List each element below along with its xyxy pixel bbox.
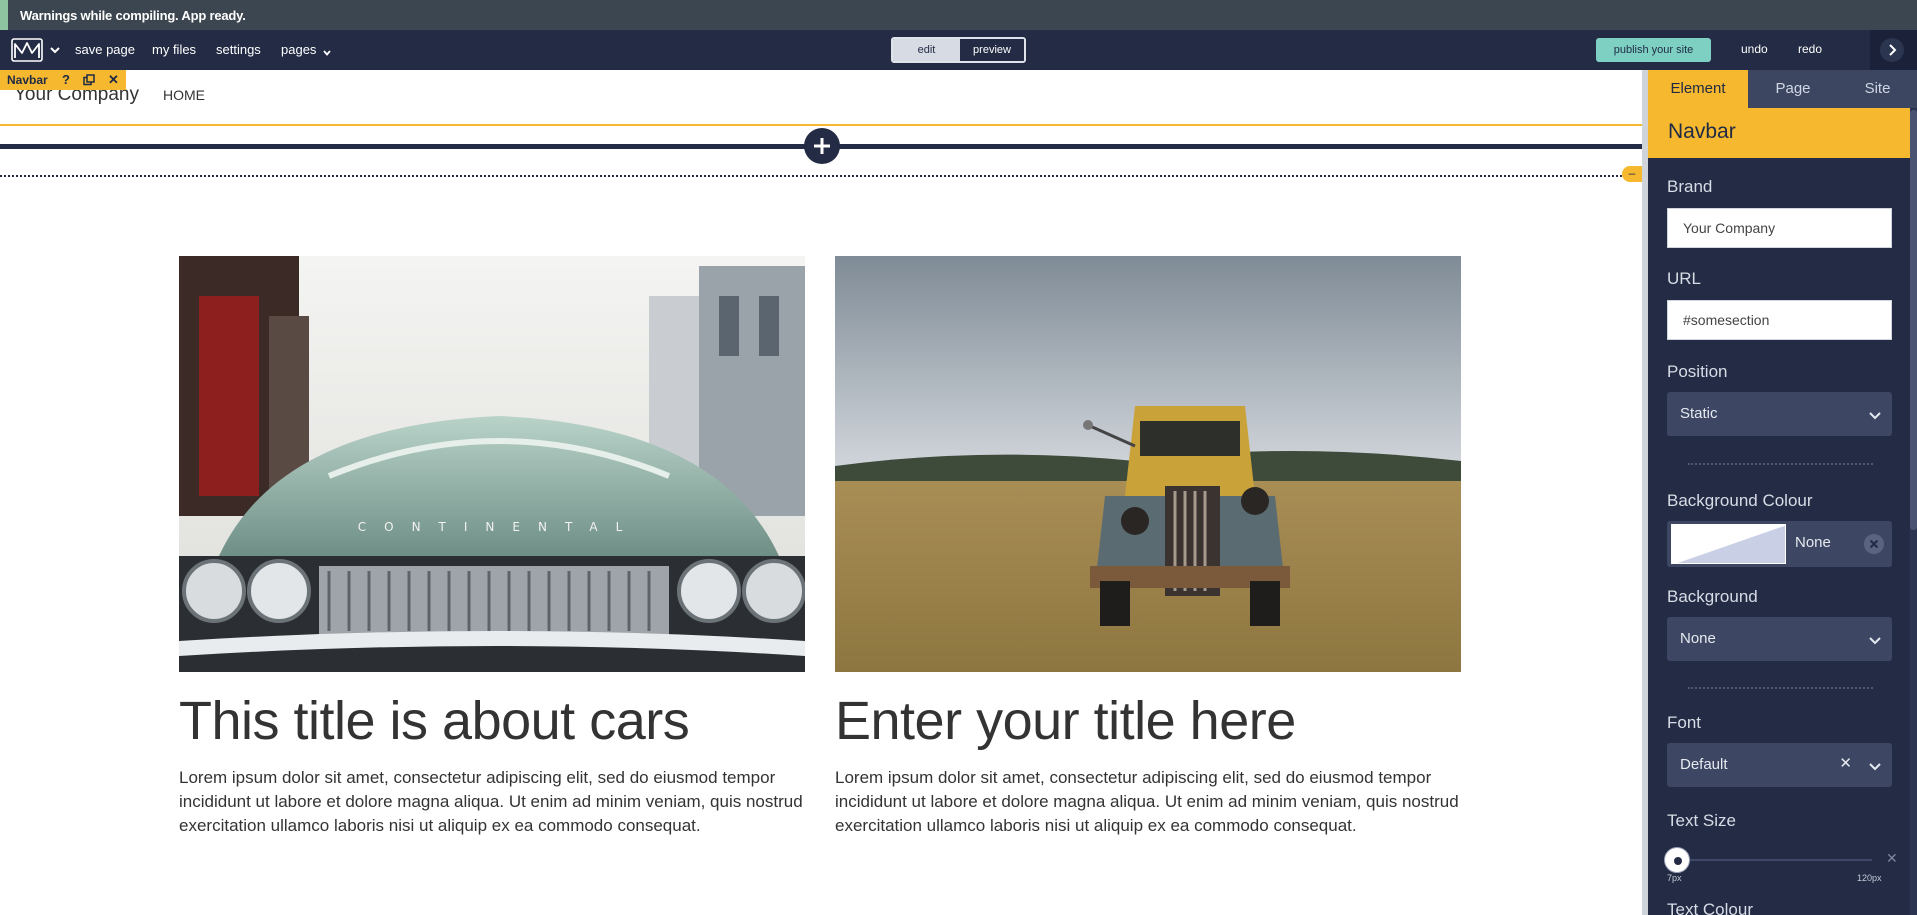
navbar-selection-border [0,124,1642,126]
background-colour-label: Background Colour [1667,491,1813,510]
clear-icon[interactable]: ✕ [1886,850,1898,867]
section-separator [1688,463,1873,465]
card-body-text[interactable]: Lorem ipsum dolor sit amet, consectetur … [835,766,1475,838]
position-label: Position [1667,362,1728,381]
section-boundary [0,175,1642,177]
status-bar: Warnings while compiling. App ready. [0,0,1917,30]
card-body-text[interactable]: Lorem ipsum dolor sit amet, consectetur … [179,766,819,838]
font-value: Default [1680,756,1728,773]
background-colour-value: None [1795,534,1831,551]
card-title[interactable]: Enter your title here [835,690,1296,752]
help-icon[interactable]: ? [62,72,70,87]
colour-swatch[interactable] [1671,524,1786,564]
clear-icon[interactable] [1864,534,1884,554]
card-title[interactable]: This title is about cars [179,690,690,752]
tab-page[interactable]: Page [1748,70,1838,108]
chevron-down-icon [1868,759,1882,771]
position-select[interactable]: Static [1667,392,1892,436]
selected-element-tag: Navbar ? ✕ [0,70,126,90]
site-navbar-home-link[interactable]: HOME [163,87,205,103]
tab-element[interactable]: Element [1648,70,1748,108]
section-separator [1688,687,1873,689]
text-size-slider-knob[interactable] [1664,847,1690,873]
background-label: Background [1667,587,1758,606]
redo-button[interactable]: redo [1798,42,1822,56]
panel-scrollbar-thumb[interactable] [1910,110,1917,530]
pages-label: pages [281,42,317,57]
selected-element-name: Navbar [7,73,48,87]
brand-input[interactable] [1667,208,1892,248]
font-label: Font [1667,713,1702,732]
chevron-down-icon [1868,408,1882,420]
position-value: Static [1680,405,1718,422]
save-page-link[interactable]: save page [75,42,135,57]
properties-panel: Element Page Site Navbar Brand URL Posit… [1648,70,1917,915]
edit-mode-button[interactable]: edit [893,39,960,61]
font-select[interactable]: Default ✕ [1667,743,1892,787]
panel-header: Navbar [1648,108,1917,158]
text-size-track[interactable] [1667,859,1872,861]
top-toolbar: save page my files settings pages edit p… [0,30,1917,70]
my-files-link[interactable]: my files [152,42,196,57]
chevron-down-icon [1868,633,1882,645]
brand-label: Brand [1667,177,1713,196]
panel-toggle-area [1870,30,1917,70]
text-colour-label: Text Colour [1667,900,1753,915]
plus-icon[interactable] [804,128,840,164]
text-size-max: 120px [1857,873,1882,883]
status-message: Warnings while compiling. App ready. [20,8,246,23]
panel-tabs: Element Page Site [1648,70,1917,108]
mode-toggle: edit preview [891,37,1026,63]
close-icon[interactable]: ✕ [108,72,119,88]
tab-site[interactable]: Site [1838,70,1917,108]
card-image-car[interactable]: CONTINENTAL [179,256,805,672]
panel-element-title: Navbar [1668,120,1736,143]
duplicate-icon[interactable] [83,72,95,89]
chevron-down-icon [322,46,332,56]
svg-text:CONTINENTAL: CONTINENTAL [358,520,641,534]
undo-button[interactable]: undo [1741,42,1768,56]
url-input[interactable] [1667,300,1892,340]
chevron-down-icon[interactable] [48,43,62,57]
preview-mode-button[interactable]: preview [960,39,1024,61]
background-select[interactable]: None [1667,617,1892,661]
collapse-section-button[interactable]: – [1622,166,1642,182]
page-canvas: Your Company HOME Navbar ? ✕ – CONTINENT… [0,70,1642,915]
publish-button[interactable]: publish your site [1596,38,1711,62]
background-value: None [1680,630,1716,647]
settings-link[interactable]: settings [216,42,261,57]
chevron-right-icon[interactable] [1880,38,1904,62]
clear-icon[interactable]: ✕ [1839,754,1852,772]
status-stripe [0,0,8,30]
text-size-min: 7px [1667,873,1682,883]
text-size-label: Text Size [1667,811,1736,830]
m-logo-icon[interactable] [11,38,43,62]
url-label: URL [1667,269,1702,288]
card-image-truck[interactable] [835,256,1461,672]
background-colour-picker[interactable]: None [1667,521,1892,567]
pages-menu[interactable]: pages [281,42,332,57]
